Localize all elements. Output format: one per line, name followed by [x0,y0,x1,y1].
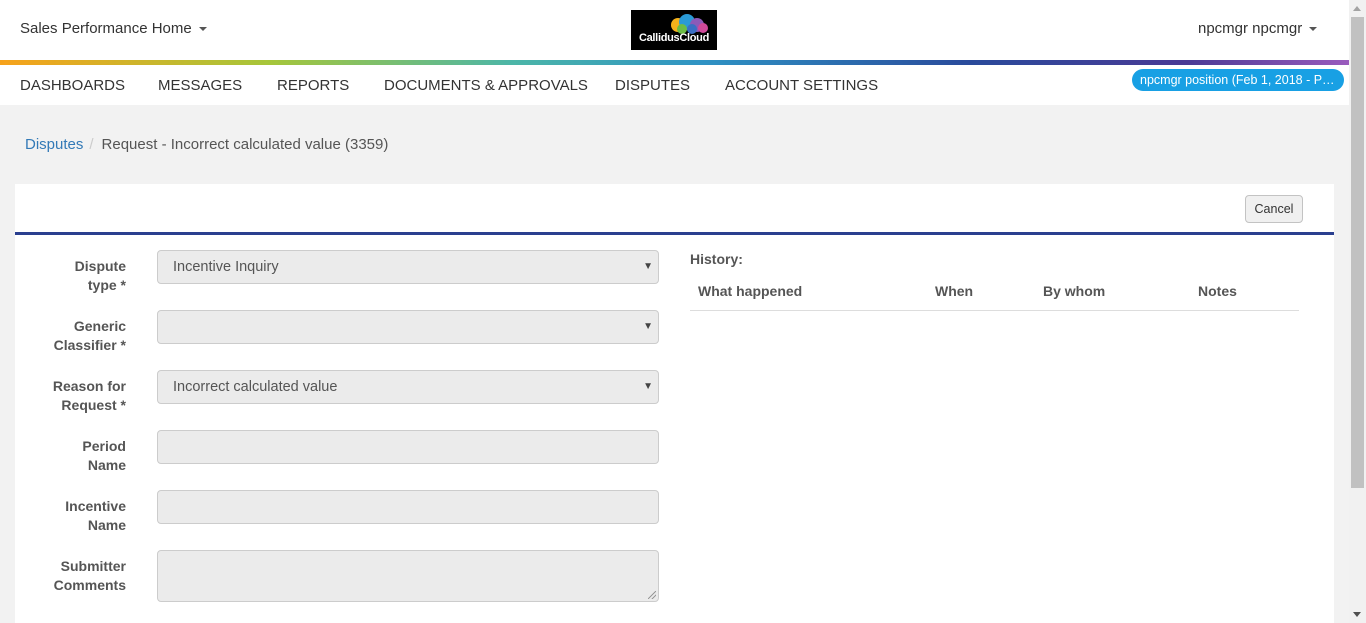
period-name-label-line2: Name [87,457,126,473]
app-menu-dropdown[interactable]: Sales Performance Home [20,20,207,37]
resize-grip-icon[interactable] [648,591,656,599]
submitter-comments-label-line1: Submitter [60,558,126,574]
nav-dashboards[interactable]: DASHBOARDS [20,77,125,94]
select-arrow-icon: ▼ [643,381,653,392]
logo-cloud-icon [671,14,708,34]
top-header: Sales Performance Home CallidusCloud npc… [0,0,1349,60]
scroll-up-arrow-icon[interactable] [1353,6,1361,11]
breadcrumb: Disputes / Request - Incorrect calculated … [25,136,388,153]
dispute-type-label-line2: type * [87,277,126,293]
period-name-label: Period Name [15,437,126,475]
vertical-scrollbar[interactable] [1349,0,1366,623]
logo-text: CallidusCloud [638,32,710,44]
incentive-name-label: Incentive Name [15,497,126,535]
nav-documents-approvals[interactable]: DOCUMENTS & APPROVALS [384,77,588,94]
period-name-label-line1: Period [82,438,126,454]
scroll-down-arrow-icon[interactable] [1353,612,1361,617]
reason-for-request-label-line2: Request * [61,397,126,413]
dispute-panel: Cancel Dispute type * Incentive Inquiry … [15,184,1334,623]
breadcrumb-disputes-link[interactable]: Disputes [25,136,83,153]
generic-classifier-select[interactable]: ▼ [157,310,659,344]
generic-classifier-label: Generic Classifier * [15,317,126,355]
reason-for-request-label: Reason for Request * [15,377,126,415]
history-col-what-happened: What happened [698,283,803,299]
reason-for-request-value: Incorrect calculated value [173,379,338,395]
history-table-header: What happened When By whom Notes [690,276,1299,311]
reason-for-request-label-line1: Reason for [52,378,126,394]
dispute-type-select[interactable]: Incentive Inquiry ▼ [157,250,659,284]
dispute-type-value: Incentive Inquiry [173,259,279,275]
nav-messages[interactable]: MESSAGES [158,77,242,94]
submitter-comments-label: Submitter Comments [15,557,126,595]
user-menu-dropdown[interactable]: npcmgr npcmgr [1198,20,1318,37]
period-name-input[interactable] [157,430,659,464]
generic-classifier-label-line2: Classifier * [53,337,126,353]
panel-divider [15,232,1334,235]
breadcrumb-current: Request - Incorrect calculated value (33… [101,136,389,153]
select-arrow-icon: ▼ [643,261,653,272]
scrollbar-thumb[interactable] [1351,17,1364,488]
incentive-name-label-line1: Incentive [65,498,126,514]
submitter-comments-label-line2: Comments [53,577,126,593]
generic-classifier-label-line1: Generic [73,318,126,334]
callidus-logo: CallidusCloud [631,10,717,50]
nav-account-settings[interactable]: ACCOUNT SETTINGS [725,77,878,94]
nav-reports[interactable]: REPORTS [277,77,349,94]
user-menu-label: npcmgr npcmgr [1198,20,1303,37]
history-col-when: When [935,283,974,299]
incentive-name-input[interactable] [157,490,659,524]
dispute-type-label-line1: Dispute [74,258,126,274]
reason-for-request-select[interactable]: Incorrect calculated value ▼ [157,370,659,404]
nav-disputes[interactable]: DISPUTES [615,77,690,94]
incentive-name-label-line2: Name [87,517,126,533]
submitter-comments-textarea[interactable] [157,550,659,602]
app-menu-label: Sales Performance Home [20,20,192,37]
caret-down-icon [198,27,207,32]
history-title: History: [690,251,743,267]
history-col-notes: Notes [1198,283,1237,299]
breadcrumb-separator: / [89,136,94,153]
cancel-button[interactable]: Cancel [1245,195,1303,223]
select-arrow-icon: ▼ [643,321,653,332]
position-selector-pill[interactable]: npcmgr position (Feb 1, 2018 - Pre... [1132,69,1344,91]
main-nav: DASHBOARDS MESSAGES REPORTS DOCUMENTS & … [0,65,1349,105]
history-col-by-whom: By whom [1043,283,1106,299]
caret-down-icon [1309,27,1318,32]
dispute-type-label: Dispute type * [15,257,126,295]
